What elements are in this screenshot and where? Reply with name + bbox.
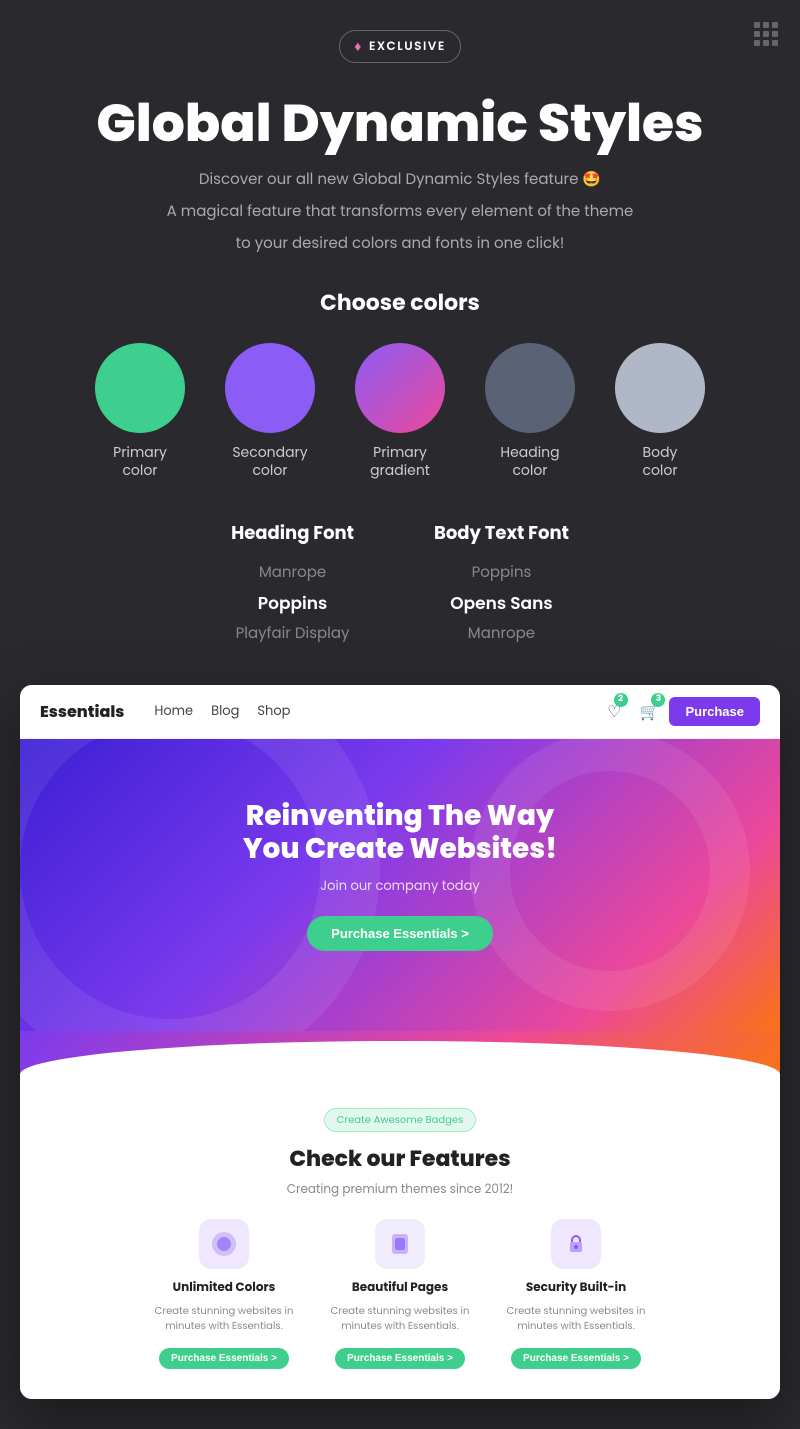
feature-pages-btn[interactable]: Purchase Essentials > — [335, 1348, 465, 1369]
feature-item-colors: Unlimited Colors Create stunning website… — [144, 1219, 304, 1369]
preview-hero-subtitle: Join our company today — [50, 876, 750, 896]
feature-security-btn[interactable]: Purchase Essentials > — [511, 1348, 641, 1369]
diamond-icon: ♦ — [354, 36, 363, 57]
preview-hero-cta-button[interactable]: Purchase Essentials > — [307, 916, 493, 951]
features-title: Check our Features — [40, 1142, 760, 1175]
exclusive-label: EXCLUSIVE — [369, 38, 446, 56]
features-subtitle: Creating premium themes since 2012! — [40, 1181, 760, 1199]
body-font-option-manrope[interactable]: Manrope — [434, 622, 569, 645]
body-color-label: Bodycolor — [642, 443, 677, 479]
fonts-section: Heading Font Manrope Poppins Playfair Di… — [20, 520, 780, 645]
feature-pages-desc: Create stunning websites in minutes with… — [320, 1303, 480, 1333]
subtitle-line3: to your desired colors and fonts in one … — [110, 232, 690, 256]
feature-colors-desc: Create stunning websites in minutes with… — [144, 1303, 304, 1333]
color-item-primary: Primarycolor — [90, 343, 190, 479]
choose-colors-title: Choose colors — [20, 286, 780, 319]
secondary-color-circle[interactable] — [225, 343, 315, 433]
gradient-color-label: Primarygradient — [370, 443, 430, 479]
cart-icon[interactable]: 🛒 3 — [640, 699, 660, 724]
body-font-option-poppins[interactable]: Poppins — [434, 561, 569, 584]
heading-font-option-manrope[interactable]: Manrope — [231, 561, 354, 584]
preview-nav-actions: ♡ 2 🛒 3 Purchase — [607, 697, 760, 726]
heading-font-title: Heading Font — [231, 520, 354, 547]
primary-color-circle[interactable] — [95, 343, 185, 433]
preview-purchase-button[interactable]: Purchase — [669, 697, 760, 726]
header-section: ♦ EXCLUSIVE Global Dynamic Styles Discov… — [20, 30, 780, 256]
color-item-gradient: Primarygradient — [350, 343, 450, 479]
gradient-color-circle[interactable] — [355, 343, 445, 433]
features-badge: Create Awesome Badges — [324, 1108, 477, 1132]
wishlist-badge: 2 — [614, 693, 628, 707]
feature-colors-title: Unlimited Colors — [144, 1279, 304, 1297]
color-item-secondary: Secondarycolor — [220, 343, 320, 479]
choose-colors-section: Choose colors Primarycolor Secondarycolo… — [20, 286, 780, 479]
primary-color-label: Primarycolor — [113, 443, 167, 479]
feature-colors-btn[interactable]: Purchase Essentials > — [159, 1348, 289, 1369]
page-wrapper: ♦ EXCLUSIVE Global Dynamic Styles Discov… — [0, 0, 800, 1429]
color-circles-row: Primarycolor Secondarycolor Primarygradi… — [20, 343, 780, 479]
feature-colors-icon — [199, 1219, 249, 1269]
wave-divider — [20, 1031, 780, 1081]
feature-security-title: Security Built-in — [496, 1279, 656, 1297]
heading-font-column: Heading Font Manrope Poppins Playfair Di… — [231, 520, 354, 645]
feature-pages-title: Beautiful Pages — [320, 1279, 480, 1297]
preview-hero-title: Reinventing The Way You Create Websites! — [50, 799, 750, 866]
body-font-option-opensans[interactable]: Opens Sans — [434, 590, 569, 616]
feature-pages-icon — [375, 1219, 425, 1269]
feature-security-icon — [551, 1219, 601, 1269]
secondary-color-label: Secondarycolor — [232, 443, 307, 479]
heading-font-option-playfair[interactable]: Playfair Display — [231, 622, 354, 645]
features-grid: Unlimited Colors Create stunning website… — [40, 1219, 760, 1369]
subtitle-line1: Discover our all new Global Dynamic Styl… — [110, 168, 690, 192]
preview-hero: Reinventing The Way You Create Websites!… — [20, 739, 780, 1031]
wishlist-icon[interactable]: ♡ 2 — [607, 699, 621, 724]
feature-item-security: Security Built-in Create stunning websit… — [496, 1219, 656, 1369]
heading-color-circle[interactable] — [485, 343, 575, 433]
nav-link-home[interactable]: Home — [154, 701, 193, 721]
exclusive-badge: ♦ EXCLUSIVE — [339, 30, 460, 63]
main-title: Global Dynamic Styles — [20, 95, 780, 152]
preview-features-section: Create Awesome Badges Check our Features… — [20, 1081, 780, 1399]
subtitle-line2: A magical feature that transforms every … — [110, 200, 690, 224]
feature-security-desc: Create stunning websites in minutes with… — [496, 1303, 656, 1333]
preview-card: Essentials Home Blog Shop ♡ 2 🛒 3 Purcha… — [20, 685, 780, 1399]
body-font-column: Body Text Font Poppins Opens Sans Manrop… — [434, 520, 569, 645]
nav-link-shop[interactable]: Shop — [257, 701, 290, 721]
preview-navbar: Essentials Home Blog Shop ♡ 2 🛒 3 Purcha… — [20, 685, 780, 739]
feature-item-pages: Beautiful Pages Create stunning websites… — [320, 1219, 480, 1369]
trellis-icon — [754, 22, 778, 46]
color-item-heading: Headingcolor — [480, 343, 580, 479]
color-item-body: Bodycolor — [610, 343, 710, 479]
heading-font-option-poppins[interactable]: Poppins — [231, 590, 354, 616]
preview-nav-links: Home Blog Shop — [154, 701, 587, 721]
nav-link-blog[interactable]: Blog — [211, 701, 239, 721]
heading-color-label: Headingcolor — [500, 443, 559, 479]
body-font-title: Body Text Font — [434, 520, 569, 547]
preview-logo: Essentials — [40, 699, 124, 724]
cart-badge: 3 — [651, 693, 665, 707]
body-color-circle[interactable] — [615, 343, 705, 433]
